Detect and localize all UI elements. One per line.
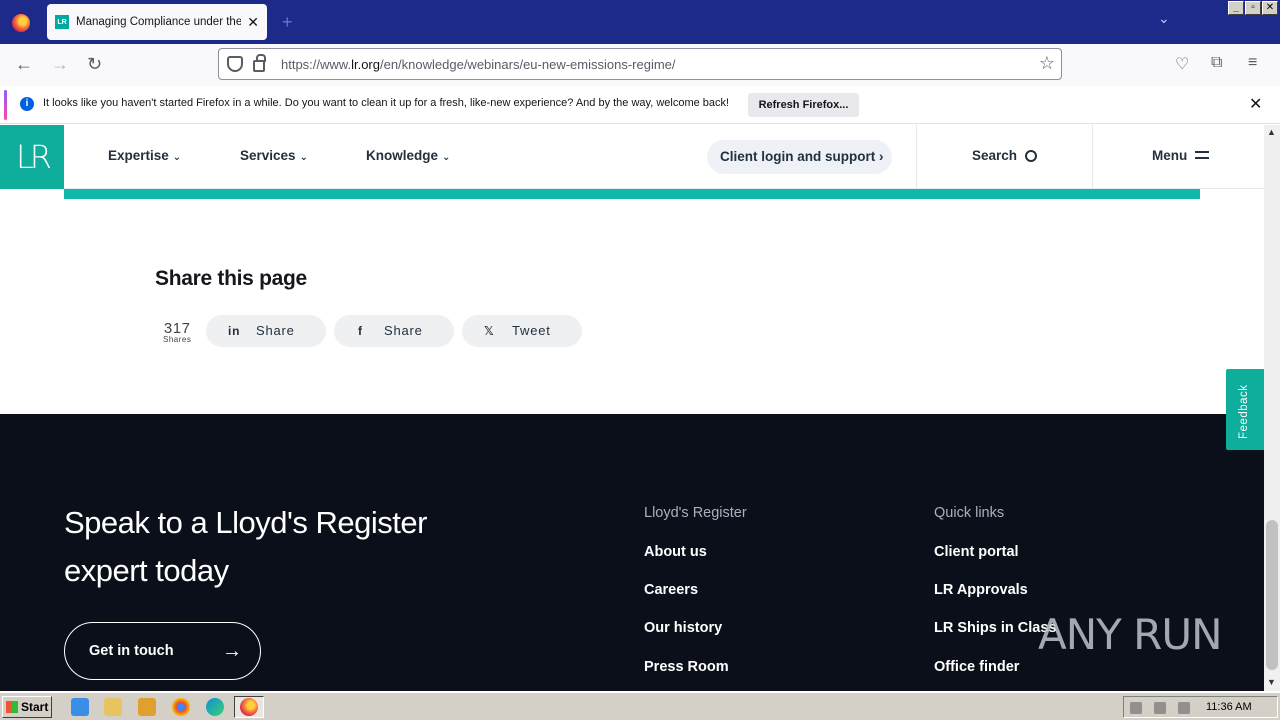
- facebook-icon: f: [358, 324, 363, 338]
- notification-message: It looks like you haven't started Firefo…: [43, 97, 730, 109]
- refresh-firefox-button[interactable]: Refresh Firefox...: [748, 93, 859, 117]
- start-button[interactable]: Start: [2, 696, 52, 718]
- window-controls: _ ▫ ✕: [1228, 1, 1278, 15]
- footer-link-history[interactable]: Our history: [644, 620, 722, 636]
- browser-tab-bar: LR Managing Compliance under the EU ✕ + …: [0, 0, 1280, 44]
- chevron-right-icon: ›: [879, 149, 884, 164]
- linkedin-icon: in: [228, 324, 241, 338]
- clock: 11:36 AM: [1206, 701, 1252, 713]
- teal-accent-bar: [64, 189, 1200, 199]
- minimize-icon[interactable]: _: [1228, 1, 1244, 15]
- header-divider: [916, 125, 917, 189]
- tab-close-icon[interactable]: ✕: [247, 14, 259, 31]
- scroll-up-icon[interactable]: ▲: [1267, 127, 1276, 137]
- anyrun-watermark: ANY RUN: [1038, 610, 1222, 659]
- lock-icon[interactable]: [253, 54, 266, 72]
- footer-link-careers[interactable]: Careers: [644, 582, 698, 598]
- chevron-down-icon: ⌄: [299, 152, 308, 163]
- footer-heading: Speak to a Lloyd's Register expert today: [64, 505, 427, 588]
- chevron-down-icon: ⌄: [442, 152, 451, 163]
- bookmark-star-icon[interactable]: ☆: [1039, 53, 1055, 74]
- footer-link-client-portal[interactable]: Client portal: [934, 544, 1019, 560]
- x-twitter-icon: 𝕏: [484, 324, 495, 338]
- notification-bar: i It looks like you haven't started Fire…: [0, 86, 1280, 124]
- app-menu-icon[interactable]: ≡: [1248, 54, 1257, 72]
- url-text[interactable]: https://www.lr.org/en/knowledge/webinars…: [281, 57, 676, 72]
- address-bar[interactable]: https://www.lr.org/en/knowledge/webinars…: [218, 48, 1062, 80]
- client-login-button[interactable]: Client login and support ›: [707, 140, 892, 174]
- network-icon[interactable]: [1154, 702, 1166, 714]
- nav-services[interactable]: Services ⌄: [240, 148, 308, 163]
- header-divider: [1092, 125, 1093, 189]
- lr-favicon-icon: LR: [55, 15, 69, 29]
- footer-link-approvals[interactable]: LR Approvals: [934, 582, 1028, 598]
- page-viewport: LR Expertise ⌄ Services ⌄ Knowledge ⌄ Clien…: [0, 125, 1264, 691]
- notification-close-icon[interactable]: ✕: [1249, 94, 1262, 114]
- back-icon[interactable]: ←: [15, 54, 33, 75]
- tab-list-chevron-icon[interactable]: ⌄: [1158, 10, 1170, 27]
- info-icon: i: [20, 97, 34, 111]
- tab-title: Managing Compliance under the EU: [76, 16, 242, 28]
- share-title: Share this page: [155, 267, 307, 290]
- extensions-icon[interactable]: ⧉: [1211, 54, 1222, 72]
- share-count-label: Shares: [163, 335, 192, 344]
- get-in-touch-button[interactable]: Get in touch →: [64, 622, 261, 680]
- chrome-icon[interactable]: [172, 698, 190, 716]
- nav-expertise[interactable]: Expertise ⌄: [108, 148, 181, 163]
- firefox-icon[interactable]: [12, 14, 30, 32]
- search-button[interactable]: Search: [972, 148, 1038, 163]
- nav-knowledge[interactable]: Knowledge ⌄: [366, 148, 450, 163]
- footer-col-title: Quick links: [934, 505, 1005, 521]
- linkedin-share-button[interactable]: in Share: [206, 315, 326, 347]
- close-window-icon[interactable]: ✕: [1262, 1, 1278, 15]
- twitter-share-button[interactable]: 𝕏 Tweet: [462, 315, 582, 347]
- ie-icon[interactable]: [71, 698, 89, 716]
- explorer-icon[interactable]: [104, 698, 122, 716]
- menu-button[interactable]: Menu: [1152, 148, 1210, 163]
- firefox-taskbar-item[interactable]: [234, 696, 264, 718]
- search-icon: [1025, 150, 1038, 162]
- share-count: 317 Shares: [163, 320, 191, 344]
- system-tray: 11:36 AM: [1123, 696, 1278, 718]
- edge-icon[interactable]: [206, 698, 224, 716]
- chevron-down-icon: ⌄: [172, 152, 182, 163]
- firefox-icon: [240, 698, 258, 716]
- footer-col-title: Lloyd's Register: [644, 505, 747, 521]
- hamburger-icon: [1195, 151, 1210, 159]
- pocket-icon[interactable]: ♡: [1175, 54, 1189, 74]
- facebook-share-button[interactable]: f Share: [334, 315, 454, 347]
- footer-link-about[interactable]: About us: [644, 544, 707, 560]
- arrow-right-icon: →: [222, 640, 242, 662]
- forward-icon[interactable]: →: [51, 54, 69, 75]
- footer-link-press[interactable]: Press Room: [644, 659, 729, 675]
- new-tab-icon[interactable]: +: [282, 12, 293, 33]
- page-scrollbar[interactable]: ▲ ▼: [1264, 125, 1280, 691]
- site-header: LR Expertise ⌄ Services ⌄ Knowledge ⌄ Clien…: [0, 125, 1264, 189]
- flag-icon[interactable]: [1178, 702, 1190, 714]
- lr-logo[interactable]: LR: [0, 125, 64, 189]
- windows-taskbar: Start 11:36 AM: [0, 692, 1280, 720]
- browser-toolbar: ← → ↻ https://www.lr.org/en/knowledge/we…: [0, 44, 1280, 86]
- feedback-tab[interactable]: Feedback: [1226, 369, 1264, 450]
- scroll-down-icon[interactable]: ▼: [1267, 677, 1276, 687]
- media-player-icon[interactable]: [138, 698, 156, 716]
- restore-icon[interactable]: ▫: [1245, 1, 1261, 15]
- browser-tab[interactable]: LR Managing Compliance under the EU ✕: [47, 4, 267, 40]
- footer-link-office-finder[interactable]: Office finder: [934, 659, 1019, 675]
- windows-flag-icon: [6, 701, 18, 713]
- notification-accent: [4, 90, 7, 120]
- tracking-protection-icon[interactable]: [227, 56, 243, 72]
- volume-icon[interactable]: [1130, 702, 1142, 714]
- scroll-thumb[interactable]: [1266, 520, 1278, 670]
- reload-icon[interactable]: ↻: [87, 54, 102, 75]
